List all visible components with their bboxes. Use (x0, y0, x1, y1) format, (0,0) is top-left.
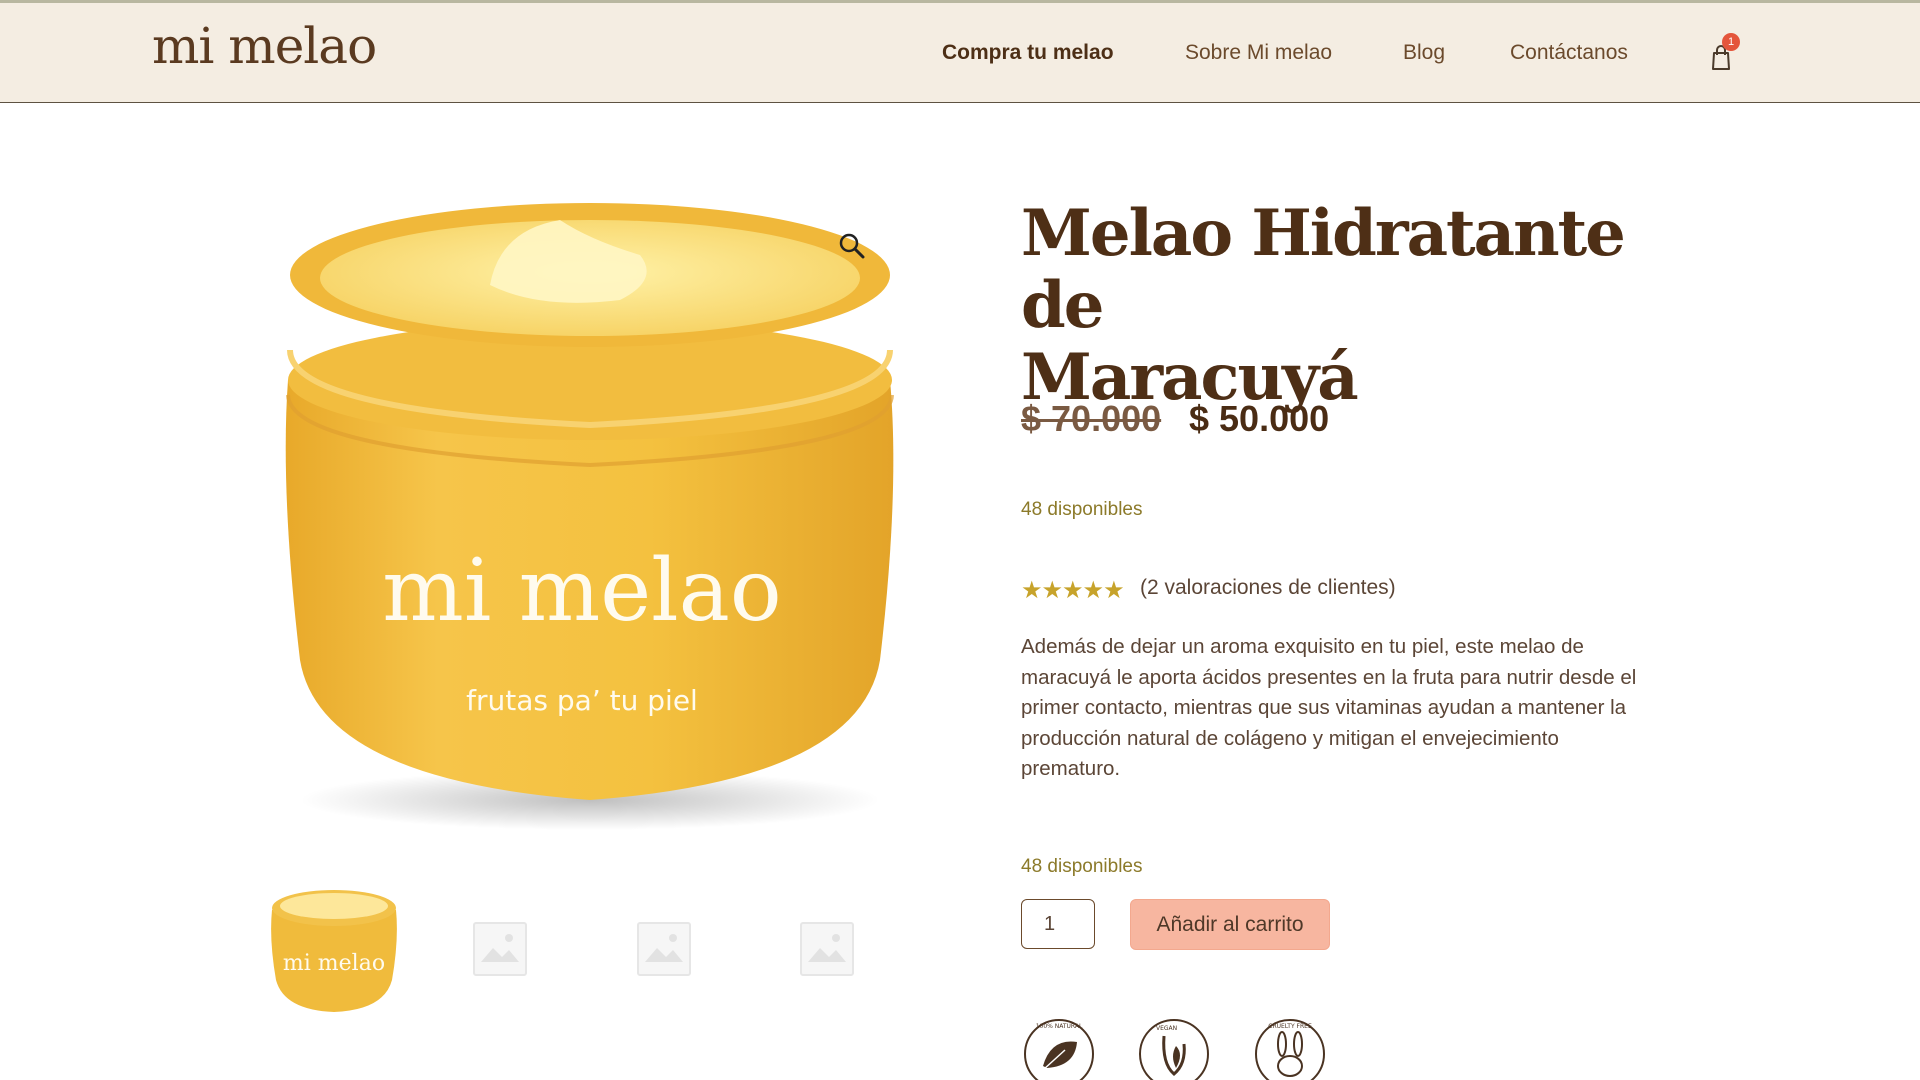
thumbnail-placeholder-2[interactable] (473, 922, 527, 976)
image-placeholder-icon (645, 934, 683, 962)
zoom-icon[interactable] (836, 230, 868, 262)
stock-availability: 48 disponibles (1021, 499, 1143, 520)
image-placeholder-icon (481, 934, 519, 962)
vegan-badge-text: VEGAN (1156, 1025, 1177, 1032)
product-title: Melao Hidratante de Maracuyá (1021, 198, 1701, 414)
star-icon: ★ (1062, 577, 1083, 604)
cruelty-free-badge-text: CRUELTY FREE (1268, 1023, 1312, 1030)
reviews-link[interactable]: (2 valoraciones de clientes) (1140, 576, 1396, 600)
price-new: $ 50.000 (1189, 398, 1330, 439)
thumbnail-jar[interactable]: mi melao (264, 870, 404, 1020)
vegan-badge-icon: VEGAN (1139, 1019, 1209, 1080)
nav-sobre-mi-melao[interactable]: Sobre Mi melao (1185, 41, 1332, 65)
star-icon: ★ (1082, 577, 1104, 604)
quantity-input[interactable] (1021, 899, 1095, 949)
rating-stars: ★★★★★ (1021, 576, 1125, 605)
star-icon: ★ (1103, 577, 1124, 604)
price-old: $ 70.000 (1021, 398, 1162, 439)
thumbnail-jar-brand-text: mi melao (283, 951, 385, 976)
image-placeholder-icon (808, 934, 846, 962)
star-icon: ★ (1021, 577, 1042, 604)
jar-brand-text: mi melao (382, 541, 781, 641)
logo[interactable]: mi melao (152, 17, 377, 75)
nav-blog[interactable]: Blog (1403, 41, 1445, 65)
product-title-line-1: Melao Hidratante de (1021, 196, 1626, 343)
cart-count-badge: 1 (1722, 33, 1740, 51)
site-header: mi melao Compra tu melao Sobre Mi melao … (0, 3, 1920, 103)
product-description: Además de dejar un aroma exquisito en tu… (1021, 635, 1637, 780)
star-icon: ★ (1041, 577, 1063, 604)
thumbnail-placeholder-4[interactable] (800, 922, 854, 976)
natural-badge-icon: 100% NATURAL (1024, 1019, 1094, 1080)
nav-contactanos[interactable]: Contáctanos (1510, 41, 1628, 65)
natural-badge-text: 100% NATURAL (1036, 1023, 1083, 1030)
jar-tagline-text: frutas pa’ tu piel (466, 684, 698, 717)
product-main-image[interactable]: mi melao frutas pa’ tu piel (260, 190, 910, 850)
thumbnail-placeholder-3[interactable] (637, 922, 691, 976)
add-to-cart-button[interactable]: Añadir al carrito (1130, 899, 1330, 950)
stock-availability-bottom: 48 disponibles (1021, 856, 1143, 877)
nav-compra-tu-melao[interactable]: Compra tu melao (942, 41, 1114, 65)
cruelty-free-badge-icon: CRUELTY FREE (1255, 1019, 1325, 1080)
